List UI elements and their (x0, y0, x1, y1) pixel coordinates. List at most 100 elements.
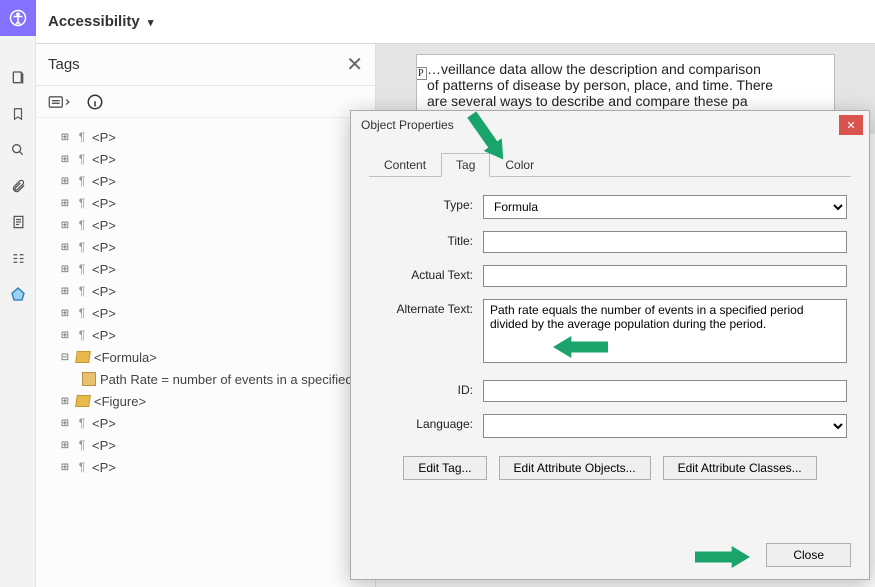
id-input[interactable] (483, 380, 847, 402)
tab-content[interactable]: Content (369, 153, 441, 177)
tree-row[interactable]: ⊞¶<P> (44, 170, 375, 192)
close-icon[interactable]: ✕ (346, 52, 363, 77)
tree-label: <P> (92, 328, 116, 343)
expand-icon[interactable]: ⊞ (58, 132, 72, 143)
dialog-title: Object Properties (361, 118, 454, 132)
tree-label: <P> (92, 240, 116, 255)
bookmark-icon[interactable] (0, 96, 36, 132)
tree-label: <Formula> (94, 350, 157, 365)
document-icon[interactable] (0, 204, 36, 240)
tree-row[interactable]: ⊞ ¶ <P> (44, 280, 375, 302)
doc-line: are several ways to describe and compare… (427, 93, 824, 109)
title-input[interactable] (483, 231, 847, 253)
object-properties-dialog: Object Properties ✕ Content Tag Color Ty… (350, 110, 870, 580)
tree-row[interactable]: ⊞ ¶ <P> (44, 412, 375, 434)
title-label: Title: (373, 231, 483, 248)
tree-label: <P> (92, 152, 116, 167)
paragraph-icon: ¶ (76, 328, 88, 342)
paragraph-icon: ¶ (76, 130, 88, 144)
pdf-tag-marker: P (416, 67, 427, 80)
tree-label: <P> (92, 196, 116, 211)
tags-panel: Tags ✕ ⊞¶<P>⊞¶<P>⊞¶<P>⊞¶<P>⊞¶<P>⊞¶<P>⊞¶<… (36, 44, 376, 587)
tree-label: <P> (92, 416, 116, 431)
callout-arrow-alt-text (553, 335, 608, 359)
alternate-text-label: Alternate Text: (373, 299, 483, 316)
edit-attribute-classes-button[interactable]: Edit Attribute Classes... (663, 456, 817, 480)
accessibility-icon[interactable] (0, 0, 36, 36)
language-label: Language: (373, 414, 483, 431)
toolbar-title: Accessibility (48, 13, 140, 30)
tree-row[interactable]: ⊞¶<P> (44, 214, 375, 236)
doc-line: …veillance data allow the description an… (427, 61, 824, 77)
id-label: ID: (373, 380, 483, 397)
tree-row[interactable]: ⊞<Figure> (44, 390, 375, 412)
callout-arrow-close (695, 545, 750, 569)
tree-row[interactable]: ⊞¶<P> (44, 302, 375, 324)
tree-row[interactable]: ⊞ ¶ <P> (44, 192, 375, 214)
formula-icon (76, 350, 90, 364)
expand-icon[interactable]: ⊞ (58, 154, 72, 165)
tree-label: <P> (92, 130, 116, 145)
attachment-icon[interactable] (0, 168, 36, 204)
expand-icon[interactable]: ⊞ (58, 286, 72, 297)
close-button[interactable]: Close (766, 543, 851, 567)
order-panel-icon[interactable] (0, 240, 36, 276)
left-icon-rail (0, 0, 36, 587)
tree-label: <P> (92, 460, 116, 475)
tree-row[interactable]: ⊟ <Formula> (44, 346, 375, 368)
page-thumbnails-icon[interactable] (0, 60, 36, 96)
paragraph-icon: ¶ (76, 218, 88, 232)
expand-icon[interactable]: ⊞ (58, 462, 72, 473)
expand-icon[interactable]: ⊞ (58, 264, 72, 275)
paragraph-icon: ¶ (76, 438, 88, 452)
expand-icon[interactable]: ⊞ (58, 220, 72, 231)
tree-row[interactable]: ⊞ ¶ <P> (44, 148, 375, 170)
accessibility-menu[interactable]: Accessibility ▾ (48, 13, 153, 30)
figure-icon (76, 394, 90, 408)
language-select[interactable] (483, 414, 847, 438)
tree-row[interactable]: ⊞ ¶ <P> (44, 126, 375, 148)
tags-panel-toolbar (36, 86, 375, 118)
expand-icon[interactable]: ⊞ (58, 418, 72, 429)
tree-row[interactable]: ⊞¶<P> (44, 258, 375, 280)
actual-text-input[interactable] (483, 265, 847, 287)
tree-label: <P> (92, 438, 116, 453)
paragraph-icon: ¶ (76, 196, 88, 210)
tree-row[interactable]: ⊞ ¶ <P> (44, 456, 375, 478)
expand-icon[interactable]: ⊞ (58, 176, 72, 187)
tree-row[interactable]: ⊞¶<P> (44, 236, 375, 258)
info-icon[interactable] (86, 93, 104, 111)
tree-label: <P> (92, 262, 116, 277)
edit-tag-button[interactable]: Edit Tag... (403, 456, 486, 480)
actual-text-label: Actual Text: (373, 265, 483, 282)
tab-tag[interactable]: Tag (441, 153, 490, 177)
expand-icon[interactable]: ⊞ (58, 308, 72, 319)
type-label: Type: (373, 195, 483, 212)
type-select[interactable]: Formula (483, 195, 847, 219)
dialog-close-button[interactable]: ✕ (839, 115, 863, 135)
tags-options-icon[interactable] (48, 93, 74, 111)
expand-icon[interactable]: ⊞ (58, 198, 72, 209)
paragraph-icon: ¶ (76, 416, 88, 430)
paragraph-icon: ¶ (76, 460, 88, 474)
tags-tree[interactable]: ⊞ ¶ <P> ⊞ ¶ <P> ⊞ ¶ <P> ⊞ ¶ <P> ⊞ ¶ <P> ⊞ ¶ <P> ⊞ ¶ <P> ⊞ ¶ <P>… (36, 118, 375, 486)
tags-panel-icon[interactable] (0, 276, 36, 312)
top-toolbar: Accessibility ▾ (36, 0, 875, 44)
alternate-text-input[interactable] (483, 299, 847, 363)
expand-icon[interactable]: ⊞ (58, 242, 72, 253)
doc-line: of patterns of disease by person, place,… (427, 77, 824, 93)
expand-icon[interactable]: ⊞ (58, 440, 72, 451)
edit-attribute-objects-button[interactable]: Edit Attribute Objects... (499, 456, 651, 480)
paragraph-icon: ¶ (76, 284, 88, 298)
tree-label: <P> (92, 284, 116, 299)
search-layers-icon[interactable] (0, 132, 36, 168)
paragraph-icon: ¶ (76, 152, 88, 166)
tree-row[interactable]: ⊞ ¶ <P> (44, 324, 375, 346)
tree-row[interactable]: ⊞ ¶ <P> (44, 434, 375, 456)
expand-icon[interactable]: ⊞ (58, 330, 72, 341)
collapse-icon[interactable]: ⊟ (58, 352, 72, 363)
tree-label: <P> (92, 306, 116, 321)
expand-icon[interactable]: ⊞ (58, 396, 72, 407)
tree-row[interactable]: Path Rate = number of events in a specif… (44, 368, 375, 390)
tree-label: Path Rate = number of events in a specif… (100, 372, 353, 387)
